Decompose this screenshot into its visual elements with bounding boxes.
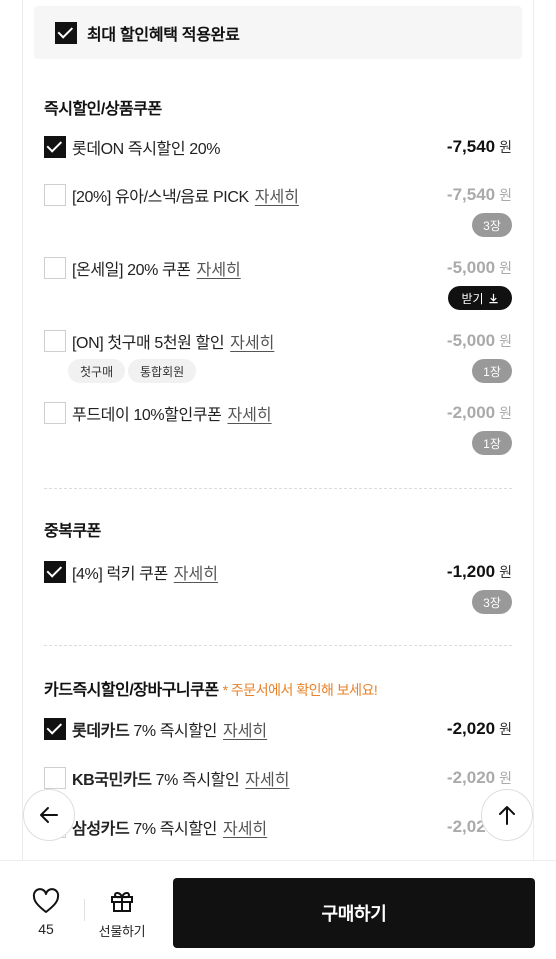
scroll-top-button[interactable] [481, 789, 533, 841]
coupon-row: KB국민카드 7% 즉시할인 자세히 -2,020 원 [44, 766, 512, 790]
coupon-row: [ON] 첫구매 5천원 할인 자세히 -5,000 원 [44, 329, 512, 353]
coupon-row: 롯데카드 7% 즉시할인 자세히 -2,020 원 [44, 717, 512, 741]
card-section-note: * 주문서에서 확인해 보세요! [222, 682, 378, 698]
coupon-name: 롯데ON 즉시할인 20% [72, 141, 221, 158]
coupon-amount: -1,200 원 [446, 562, 512, 581]
coupon-row: 삼성카드 7% 즉시할인 자세히 -2,020원 [44, 815, 512, 839]
download-icon [488, 293, 498, 303]
coupon-detail-link[interactable]: 자세히 [223, 815, 267, 839]
coupon-name: [4%] 럭키 쿠폰 [72, 566, 168, 583]
coupon-detail-link[interactable]: 자세히 [230, 329, 274, 353]
coupon-name: [ON] 첫구매 5천원 할인 [72, 335, 225, 352]
coupon-checkbox[interactable] [44, 184, 66, 206]
arrow-up-icon [499, 806, 515, 825]
coupon-row: 롯데ON 즉시할인 20% -7,540 원 [44, 135, 512, 159]
coupon-detail-link[interactable]: 자세히 [223, 717, 267, 741]
coupon-qty-badge: 1장 [472, 431, 512, 455]
coupon-receive-button[interactable]: 받기 [448, 286, 512, 310]
coupon-detail-link[interactable]: 자세히 [197, 256, 241, 280]
coupon-row: [4%] 럭키 쿠폰 자세히 -1,200 원 [44, 560, 512, 584]
coupon-amount: -5,000 원 [446, 258, 512, 277]
coupon-detail-link[interactable]: 자세히 [245, 766, 289, 790]
coupon-row: [20%] 유아/스낵/음료 PICK 자세히 -7,540 원 [44, 183, 512, 207]
coupon-tag: 통합회원 [128, 359, 197, 383]
wishlist-count: 45 [38, 921, 54, 937]
coupon-checkbox[interactable] [44, 718, 66, 740]
gift-icon [111, 891, 133, 912]
coupon-checkbox[interactable] [44, 767, 66, 789]
bottom-action-bar: 45 선물하기 구매하기 [0, 860, 556, 959]
coupon-amount: -2,020원 [446, 768, 512, 787]
back-button[interactable] [23, 789, 75, 841]
coupon-row: 푸드데이 10%할인쿠폰 자세히 -2,000 원 [44, 401, 512, 425]
coupon-checkbox[interactable] [44, 402, 66, 424]
coupon-checkbox[interactable] [44, 136, 66, 158]
coupon-detail-link[interactable]: 자세히 [255, 183, 299, 207]
coupon-name: 롯데카드 7% 즉시할인 [72, 723, 217, 740]
section-divider [44, 645, 512, 646]
coupon-amount: -5,000 원 [446, 331, 512, 350]
coupon-amount: -2,020원 [446, 719, 512, 738]
wishlist-button[interactable]: 45 [22, 888, 70, 937]
receive-label: 받기 [461, 291, 484, 306]
coupon-amount: -7,540 원 [446, 137, 512, 156]
section-title-instant: 즉시할인/상품쿠폰 [44, 101, 162, 118]
arrow-left-icon [40, 807, 58, 823]
coupon-name: KB국민카드 7% 즉시할인 [72, 772, 240, 789]
max-discount-label: 최대 할인혜택 적용완료 [87, 26, 240, 44]
coupon-amount: -2,000 원 [446, 403, 512, 422]
coupon-checkbox[interactable] [44, 330, 66, 352]
coupon-qty-badge: 1장 [472, 359, 512, 383]
coupon-qty-badge: 3장 [472, 590, 512, 614]
max-discount-checkbox[interactable] [55, 21, 77, 44]
section-divider [44, 488, 512, 489]
section-title-duplicate: 중복쿠폰 [44, 523, 101, 540]
coupon-name: 삼성카드 7% 즉시할인 [72, 821, 217, 838]
heart-icon [32, 888, 60, 913]
coupon-tag: 첫구매 [68, 359, 126, 383]
max-discount-banner[interactable]: 최대 할인혜택 적용완료 [34, 6, 522, 59]
coupon-checkbox[interactable] [44, 561, 66, 583]
coupon-name: [온세일] 20% 쿠폰 [72, 262, 191, 279]
gift-button[interactable]: 선물하기 [92, 888, 152, 940]
bottom-separator [84, 899, 85, 921]
coupon-name: 푸드데이 10%할인쿠폰 [72, 407, 222, 424]
coupon-name: [20%] 유아/스낵/음료 PICK [72, 189, 249, 206]
gift-label: 선물하기 [98, 924, 146, 939]
coupon-qty-badge: 3장 [472, 213, 512, 237]
coupon-row: [온세일] 20% 쿠폰 자세히 -5,000 원 [44, 256, 512, 280]
card-section-title-text: 카드즉시할인/장바구니쿠폰 [44, 682, 219, 699]
coupon-detail-link[interactable]: 자세히 [174, 560, 218, 584]
buy-button[interactable]: 구매하기 [173, 878, 535, 948]
coupon-amount: -7,540 원 [446, 185, 512, 204]
coupon-detail-link[interactable]: 자세히 [227, 401, 271, 425]
coupon-checkbox[interactable] [44, 257, 66, 279]
section-title-card: 카드즉시할인/장바구니쿠폰 * 주문서에서 확인해 보세요! [44, 676, 378, 700]
